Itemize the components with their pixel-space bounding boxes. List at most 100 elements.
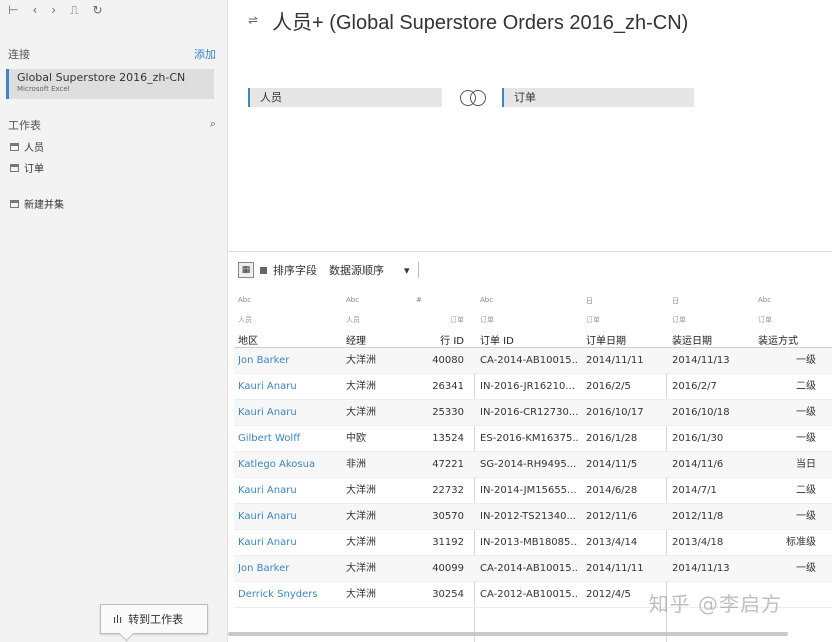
table-cell: 22732 [432, 485, 464, 496]
sheet-item-orders[interactable]: 订单 [10, 160, 44, 175]
go-to-worksheet-tab[interactable]: ılı 转到工作表 [100, 604, 208, 634]
connections-label: 连接 [8, 48, 30, 61]
grid-toolbar: ▦ 排序字段 数据源顺序 ▾ [238, 262, 419, 278]
table-cell: 2014/6/28 [586, 485, 638, 496]
chart-bars-icon: ılı [113, 612, 123, 626]
table-cell: 2014/11/11 [586, 355, 644, 366]
table-cell: 47221 [432, 459, 464, 470]
column-name: 订单日期 [586, 336, 626, 347]
datasource-title-bar: ⇌ 人员+ (Global Superstore Orders 2016_zh-… [248, 6, 688, 34]
column-header[interactable]: # 订单 行 ID [412, 290, 474, 348]
new-union-item[interactable]: 新建并集 [10, 196, 64, 211]
table-cell: 2014/11/5 [586, 459, 638, 470]
table-cell: 2012/11/8 [672, 511, 724, 522]
forward-icon[interactable]: › [51, 2, 56, 18]
sort-order-select[interactable]: 数据源顺序 ▾ [329, 262, 419, 278]
table-row: Jon Barker 大洋洲 40080 CA-2014-AB10015... 2014… [234, 348, 832, 374]
back-icon[interactable]: ‹ [32, 2, 37, 18]
column-name: 经理 [346, 336, 366, 347]
home-icon[interactable]: ⊢ [8, 2, 18, 18]
sheets-search-icon[interactable]: ⌕ [210, 117, 216, 133]
column-table: 人员 [346, 316, 360, 324]
column-table: 订单 [450, 316, 464, 324]
table-cell: 一级 [796, 511, 816, 522]
table-cell: 2016/2/5 [586, 381, 631, 392]
table-cell: 一级 [796, 407, 816, 418]
column-table: 人员 [238, 316, 252, 324]
table-cell: IN-2014-JM15655... [480, 485, 577, 496]
table-row: Kauri Anaru 大洋洲 25330 IN-2016-CR12730... 201… [234, 400, 832, 426]
column-header[interactable]: Abc 人员 经理 [342, 290, 412, 348]
sheets-header: 工作表 ⌕ [8, 117, 216, 133]
table-cell: 2016/1/30 [672, 433, 724, 444]
watermark: 知乎 @李启方 [648, 592, 782, 616]
join-icon[interactable] [458, 90, 488, 106]
column-type: Abc [480, 296, 494, 304]
column-header[interactable]: 日 订单 装运日期 [668, 290, 752, 348]
column-header[interactable]: Abc 订单 订单 ID [476, 290, 576, 348]
table-cell: Derrick Snyders [238, 589, 318, 600]
column-header[interactable]: 日 订单 订单日期 [582, 290, 666, 348]
go-to-worksheet-label: 转到工作表 [128, 613, 184, 626]
table-row: Kauri Anaru 大洋洲 31192 IN-2013-MB18085... 201… [234, 530, 832, 556]
table-cell: Katlego Akosua [238, 459, 316, 470]
table-box-people[interactable]: 人员 [248, 88, 442, 107]
sheet-item-people[interactable]: 人员 [10, 139, 44, 154]
table-cell: 一级 [796, 563, 816, 574]
sort-order-value: 数据源顺序 [329, 264, 384, 277]
table-cell: ES-2016-KM16375... [480, 433, 578, 444]
chart-icon[interactable]: ⎍ [70, 2, 78, 18]
table-cell: CA-2014-AB10015... [480, 355, 578, 366]
connection-name: Global Superstore 2016_zh-CN [17, 71, 186, 84]
table-cell: IN-2013-MB18085... [480, 537, 578, 548]
horizontal-scrollbar[interactable] [228, 632, 788, 636]
table-cell: 标准级 [786, 537, 816, 548]
table-box-orders[interactable]: 订单 [502, 88, 694, 107]
table-cell: 大洋洲 [346, 407, 376, 418]
table-cell: Jon Barker [238, 563, 290, 574]
grid-body: Jon Barker 大洋洲 40080 CA-2014-AB10015... 2014… [234, 348, 832, 608]
column-name: 行 ID [440, 336, 464, 347]
table-cell: 一级 [796, 433, 816, 444]
table-row: Gilbert Wolff 中欧 13524 ES-2016-KM16375... 20… [234, 426, 832, 452]
column-name: 装运方式 [758, 336, 798, 347]
column-header[interactable]: Abc 人员 地区 [234, 290, 340, 348]
add-connection-link[interactable]: 添加 [194, 46, 216, 62]
table-cell: IN-2016-CR12730... [480, 407, 578, 418]
new-union-label: 新建并集 [24, 200, 64, 211]
grid-header-row: Abc 人员 地区 Abc 人员 经理 # 订单 行 ID Abc 订单 订单 … [234, 290, 832, 348]
table-cell: 30254 [432, 589, 464, 600]
column-type: 日 [586, 297, 593, 305]
table-cell: IN-2012-TS21340... [480, 511, 576, 522]
table-cell: 2012/11/6 [586, 511, 638, 522]
table-cell: 一级 [796, 355, 816, 366]
table-cell: 大洋洲 [346, 589, 376, 600]
sheets-label: 工作表 [8, 119, 41, 132]
column-table: 订单 [586, 316, 600, 324]
grid-view-icon[interactable]: ▦ [238, 262, 254, 278]
left-panel: ⊢ ‹ › ⎍ ↻ 连接 添加 Global Superstore 2016_z… [0, 0, 228, 642]
column-table: 订单 [758, 316, 772, 324]
table-cell: 31192 [432, 537, 464, 548]
table-cell: 25330 [432, 407, 464, 418]
table-cell: SG-2014-RH9495... [480, 459, 577, 470]
table-cell: IN-2016-JR16210... [480, 381, 575, 392]
refresh-icon[interactable]: ↻ [92, 2, 102, 18]
connection-item[interactable]: Global Superstore 2016_zh-CN Microsoft E… [6, 69, 214, 99]
column-type: Abc [238, 296, 252, 304]
table-cell: 当日 [796, 459, 816, 470]
table-cell: Gilbert Wolff [238, 433, 301, 444]
datasource-title[interactable]: 人员+ (Global Superstore Orders 2016_zh-CN… [272, 6, 688, 35]
table-cell: Kauri Anaru [238, 407, 297, 418]
column-header[interactable]: Abc 订单 装运方式 [754, 290, 832, 348]
table-row: Katlego Akosua 非洲 47221 SG-2014-RH9495... 20… [234, 452, 832, 478]
column-table: 订单 [672, 316, 686, 324]
top-toolbar: ⊢ ‹ › ⎍ ↻ [8, 2, 103, 18]
table-cell: Kauri Anaru [238, 485, 297, 496]
table-cell: 大洋洲 [346, 511, 376, 522]
table-cell: 二级 [796, 485, 816, 496]
table-cell: CA-2012-AB10015... [480, 589, 578, 600]
table-cell: 30570 [432, 511, 464, 522]
table-cell: Kauri Anaru [238, 511, 297, 522]
table-row: Jon Barker 大洋洲 40099 CA-2014-AB10015... 2014… [234, 556, 832, 582]
